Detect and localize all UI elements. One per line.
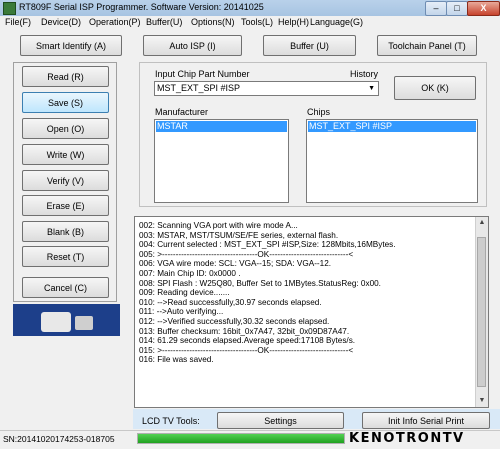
log-line: 014: 61.29 seconds elapsed.Average speed… xyxy=(139,336,356,346)
buffer-button[interactable]: Buffer (U) xyxy=(263,35,356,56)
programmer-adapter xyxy=(75,316,93,330)
input-chip-label: Input Chip Part Number xyxy=(155,69,250,79)
serial-number: SN:20141020174253-018705 xyxy=(3,434,115,444)
chips-list[interactable]: MST_EXT_SPI #ISP xyxy=(306,119,478,203)
manufacturer-list[interactable]: MSTAR xyxy=(154,119,289,203)
programmer-device-image xyxy=(13,304,120,336)
ok-button[interactable]: OK (K) xyxy=(394,76,476,100)
log-line: 002: Scanning VGA port with wire mode A.… xyxy=(139,221,298,230)
log-line: 015: >----------------------------------… xyxy=(139,345,354,355)
log-line: 006: VGA wire mode: SCL: VGA--15; SDA: V… xyxy=(139,259,332,269)
chips-label: Chips xyxy=(307,107,331,117)
chip-part-value: MST_EXT_SPI #ISP xyxy=(157,83,241,93)
menu-language[interactable]: Language(G) xyxy=(310,17,363,27)
manufacturer-item-mstar[interactable]: MSTAR xyxy=(156,121,287,132)
scroll-down-icon[interactable]: ▼ xyxy=(476,395,488,407)
log-line: 011: -->Auto verifying... xyxy=(139,307,224,317)
chip-item-selected[interactable]: MST_EXT_SPI #ISP xyxy=(308,121,476,132)
dropdown-arrow-icon[interactable]: ▼ xyxy=(368,85,375,92)
log-line: 013: Buffer checksum: 16bit_0x7A47, 32bi… xyxy=(139,326,350,336)
log-line: 016: File was saved. xyxy=(139,355,214,365)
auto-isp-button[interactable]: Auto ISP (I) xyxy=(143,35,242,56)
write-button[interactable]: Write (W) xyxy=(22,144,109,165)
smart-identify-button[interactable]: Smart Identify (A) xyxy=(20,35,122,56)
log-line: 005: >----------------------------------… xyxy=(139,249,354,259)
maximize-button[interactable]: □ xyxy=(446,1,468,16)
history-label: History xyxy=(350,69,379,79)
menu-device[interactable]: Device(D) xyxy=(41,17,81,27)
programmer-body xyxy=(41,312,71,332)
log-line: 004: Current selected : MST_EXT_SPI #ISP… xyxy=(139,240,396,250)
menu-buffer[interactable]: Buffer(U) xyxy=(146,17,182,27)
log-scrollbar[interactable]: ▲ ▼ xyxy=(475,217,488,407)
log-output[interactable]: 002: Scanning VGA port with wire mode A.… xyxy=(134,216,489,408)
scrollbar-thumb[interactable] xyxy=(477,237,486,387)
close-button[interactable]: X xyxy=(467,1,500,16)
menu-operation[interactable]: Operation(P) xyxy=(89,17,141,27)
log-line: 010: -->Read successfully,30.97 seconds … xyxy=(139,297,322,307)
title-bar: RT809F Serial ISP Programmer. Software V… xyxy=(0,0,500,17)
cancel-button[interactable]: Cancel (C) xyxy=(22,277,109,298)
reset-button[interactable]: Reset (T) xyxy=(22,246,109,267)
watermark-logo: KENOTRONTV xyxy=(349,431,465,446)
app-icon xyxy=(3,2,16,15)
menu-bar: File(F) Device(D) Operation(P) Buffer(U)… xyxy=(0,16,500,29)
minimize-button[interactable]: – xyxy=(425,1,447,16)
progress-bar xyxy=(137,433,345,444)
menu-help[interactable]: Help(H) xyxy=(278,17,309,27)
read-button[interactable]: Read (R) xyxy=(22,66,109,87)
manufacturer-label: Manufacturer xyxy=(155,107,209,117)
menu-options[interactable]: Options(N) xyxy=(191,17,235,27)
log-line: 003: MSTAR, MST/TSUM/SE/FE series, exter… xyxy=(139,230,339,240)
log-line: 009: Reading device....... xyxy=(139,288,230,298)
menu-file[interactable]: File(F) xyxy=(5,17,31,27)
log-line: 012: -->Verified successfully,30.32 seco… xyxy=(139,316,330,326)
lcd-tv-tools-label: LCD TV Tools: xyxy=(142,416,200,426)
init-info-serial-print-button[interactable]: Init Info Serial Print xyxy=(362,412,490,429)
log-line: 007: Main Chip ID: 0x0000 . xyxy=(139,268,241,278)
menu-tools[interactable]: Tools(L) xyxy=(241,17,273,27)
settings-button[interactable]: Settings xyxy=(217,412,344,429)
chip-part-combobox[interactable]: MST_EXT_SPI #ISP ▼ xyxy=(154,81,379,96)
erase-button[interactable]: Erase (E) xyxy=(22,195,109,216)
scroll-up-icon[interactable]: ▲ xyxy=(476,217,488,229)
progress-fill xyxy=(138,434,344,443)
window-title: RT809F Serial ISP Programmer. Software V… xyxy=(19,2,264,12)
save-button[interactable]: Save (S) xyxy=(22,92,109,113)
verify-button[interactable]: Verify (V) xyxy=(22,170,109,191)
blank-button[interactable]: Blank (B) xyxy=(22,221,109,242)
open-button[interactable]: Open (O) xyxy=(22,118,109,139)
toolchain-panel-button[interactable]: Toolchain Panel (T) xyxy=(377,35,477,56)
log-line: 008: SPI Flash : W25Q80, Buffer Set to 1… xyxy=(139,278,381,288)
